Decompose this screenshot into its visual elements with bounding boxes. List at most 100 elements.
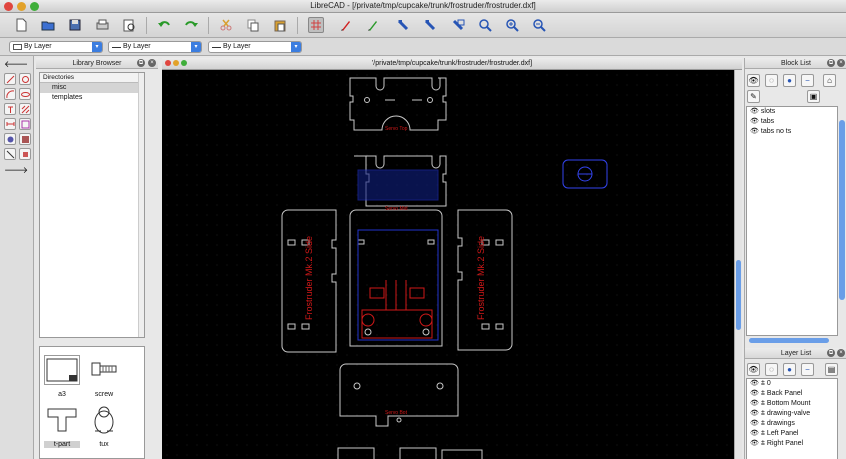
layer-list-item[interactable]: 👁 ⩲ Bottom Mount (747, 399, 837, 409)
thumbnail-a3[interactable] (44, 355, 80, 385)
layer-edit-icon[interactable]: ▤ (825, 363, 838, 376)
directory-scrollbar[interactable] (138, 73, 144, 337)
close-panel-icon[interactable]: × (837, 59, 845, 67)
block-save-icon[interactable]: ▣ (807, 90, 820, 103)
block-list-item[interactable]: 👁 tabs no ts (747, 127, 837, 137)
layer-list-item[interactable]: 👁 ⩲ Back Panel (747, 389, 837, 399)
zoom-auto-icon[interactable] (395, 17, 411, 33)
print-icon[interactable] (94, 17, 110, 33)
minimize-drawing-button[interactable] (173, 60, 179, 66)
tool-snap-icon[interactable] (4, 133, 16, 145)
tool-modify-icon[interactable] (19, 118, 31, 130)
grid-icon[interactable] (308, 17, 324, 33)
copy-icon[interactable] (245, 17, 261, 33)
undo-icon[interactable] (156, 17, 172, 33)
layer-hide-all-icon[interactable]: ◌ (765, 363, 778, 376)
float-panel-icon[interactable]: ⧉ (827, 349, 835, 357)
linetype-select[interactable]: By Layer ▾ (108, 41, 202, 53)
block-insert-icon[interactable]: ⌂ (823, 74, 836, 87)
zoom-window-icon[interactable] (450, 17, 466, 33)
block-hide-all-icon[interactable]: ◌ (765, 74, 778, 87)
zoom-pan-icon[interactable] (477, 17, 493, 33)
thumbnail-screw[interactable] (86, 355, 122, 385)
canvas-scrollbar[interactable] (734, 70, 742, 459)
block-name: tabs (760, 118, 775, 125)
zoom-previous-icon[interactable] (422, 17, 438, 33)
thumbnail-t-part[interactable] (44, 403, 80, 435)
directory-item-templates[interactable]: templates (40, 93, 144, 103)
tool-arcs-icon[interactable] (4, 88, 16, 100)
tool-dimension-icon[interactable] (4, 118, 16, 130)
block-show-all-icon[interactable]: 👁 (747, 74, 760, 87)
label-servo-mid: Servo Mid (385, 206, 408, 212)
open-file-icon[interactable] (40, 17, 56, 33)
layer-name: Right Panel (766, 440, 804, 447)
eye-icon[interactable]: 👁 (750, 118, 759, 125)
thumbnail-label: tux (99, 441, 109, 448)
tool-block-icon[interactable] (19, 148, 31, 160)
tool-circles-icon[interactable] (19, 73, 31, 85)
thumbnail-label: t-part (44, 441, 80, 448)
eye-icon[interactable]: 👁 (750, 128, 759, 135)
eye-icon[interactable]: 👁 ⩲ (750, 390, 765, 397)
layer-list-item[interactable]: 👁 ⩲ drawings (747, 419, 837, 429)
close-panel-icon[interactable]: × (148, 59, 156, 67)
cut-icon[interactable] (218, 17, 234, 33)
draft-icon[interactable] (337, 17, 353, 33)
layer-list-item[interactable]: 👁 ⩲ Left Panel (747, 429, 837, 439)
canvas-scroll-knob[interactable] (736, 260, 741, 330)
layer-list-item[interactable]: 👁 ⩲ drawing-valve (747, 409, 837, 419)
eye-icon[interactable]: 👁 ⩲ (750, 410, 765, 417)
back-arrow-icon[interactable]: 🡐 (4, 58, 28, 70)
eye-icon[interactable]: 👁 ⩲ (750, 380, 765, 387)
save-icon[interactable] (67, 17, 83, 33)
linewidth-select[interactable]: By Layer ▾ (208, 41, 302, 53)
layer-name: drawing-valve (766, 410, 811, 417)
eye-icon[interactable]: 👁 ⩲ (750, 400, 765, 407)
block-list-item[interactable]: 👁 tabs (747, 117, 837, 127)
new-file-icon[interactable] (13, 17, 29, 33)
eye-icon[interactable]: 👁 ⩲ (750, 430, 765, 437)
close-panel-icon[interactable]: × (837, 349, 845, 357)
redo-icon[interactable] (183, 17, 199, 33)
block-remove-icon[interactable]: − (801, 74, 814, 87)
float-panel-icon[interactable]: ⧉ (137, 59, 145, 67)
toolbar-separator (208, 17, 209, 34)
block-list-hscrollbar[interactable] (749, 338, 829, 343)
forward-arrow-icon[interactable]: 🡒 (4, 164, 28, 176)
layer-add-icon[interactable]: ● (783, 363, 796, 376)
float-panel-icon[interactable]: ⧉ (827, 59, 835, 67)
close-drawing-button[interactable] (165, 60, 171, 66)
directory-item-misc[interactable]: misc (40, 83, 144, 93)
layer-show-all-icon[interactable]: 👁 (747, 363, 760, 376)
directory-tree: Directories misc templates (39, 72, 145, 338)
print-preview-icon[interactable] (121, 17, 137, 33)
block-list-scrollbar[interactable] (839, 120, 845, 300)
tool-hatch-icon[interactable] (19, 103, 31, 115)
eye-icon[interactable]: 👁 (750, 108, 759, 115)
eye-icon[interactable]: 👁 ⩲ (750, 440, 765, 447)
tool-ellipses-icon[interactable] (19, 88, 31, 100)
chevron-down-icon: ▾ (291, 42, 301, 52)
zoom-in-icon[interactable] (504, 17, 520, 33)
layer-list-item[interactable]: 👁 ⩲ 0 (747, 379, 837, 389)
zoom-out-icon[interactable] (531, 17, 547, 33)
block-edit-icon[interactable]: ✎ (747, 90, 760, 103)
tool-select-icon[interactable] (4, 148, 16, 160)
paste-icon[interactable] (272, 17, 288, 33)
layer-list-item[interactable]: 👁 ⩲ Right Panel (747, 439, 837, 449)
tool-text-icon[interactable] (4, 103, 16, 115)
drawing-canvas[interactable]: Servo Top Servo Mid Servo Bot Frostruder… (162, 70, 734, 459)
toolbar-separator (146, 17, 147, 34)
block-list-item[interactable]: 👁 slots (747, 107, 837, 117)
tool-lines-icon[interactable] (4, 73, 16, 85)
thumbnail-label: screw (94, 391, 114, 398)
thumbnail-tux[interactable] (86, 403, 122, 435)
block-add-icon[interactable]: ● (783, 74, 796, 87)
layer-remove-icon[interactable]: − (801, 363, 814, 376)
zoom-drawing-button[interactable] (181, 60, 187, 66)
redraw-icon[interactable] (364, 17, 380, 33)
color-select[interactable]: By Layer ▾ (9, 41, 103, 53)
tool-info-icon[interactable] (19, 133, 31, 145)
eye-icon[interactable]: 👁 ⩲ (750, 420, 765, 427)
